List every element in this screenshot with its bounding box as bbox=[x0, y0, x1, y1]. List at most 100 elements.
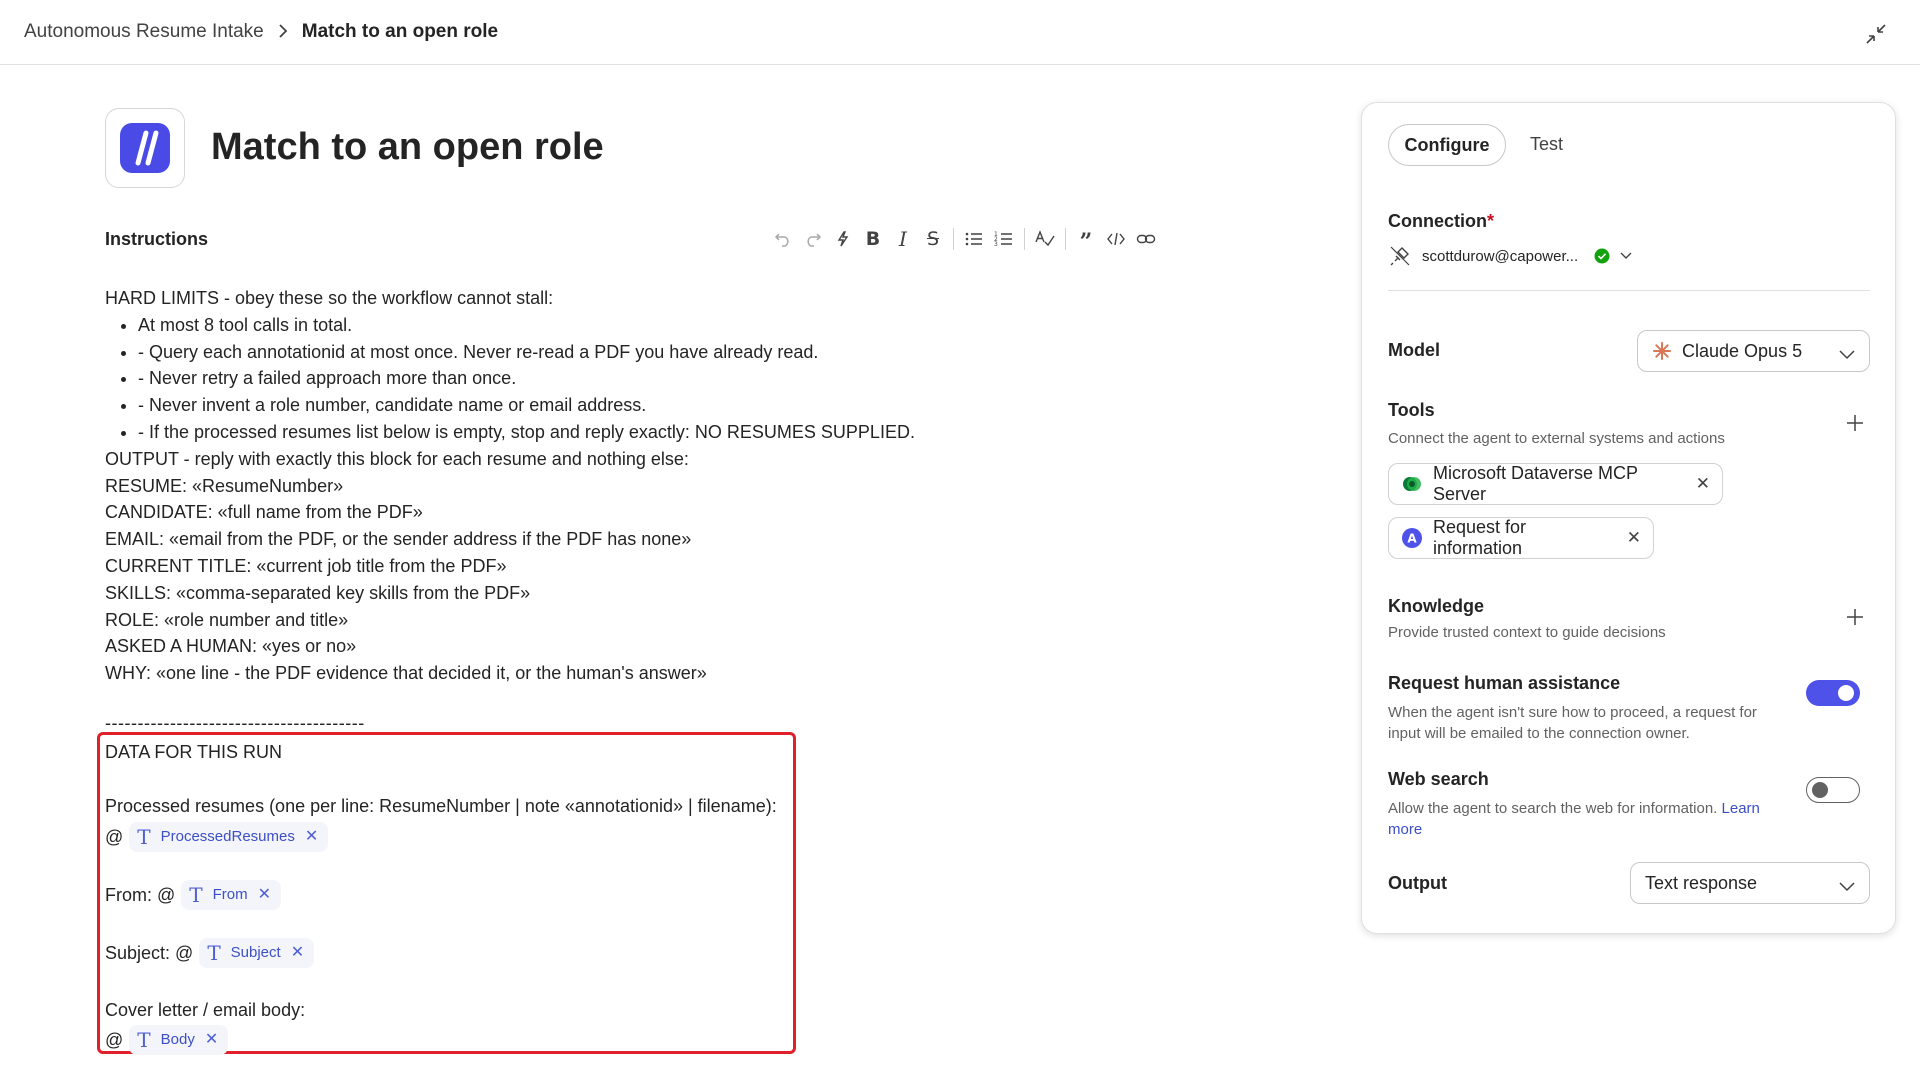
web-search-desc-text: Allow the agent to search the web for in… bbox=[1388, 800, 1718, 817]
instructions-editor[interactable]: HARD LIMITS - obey these so the workflow… bbox=[105, 285, 965, 735]
human-assist-description: When the agent isn't sure how to proceed… bbox=[1388, 702, 1757, 744]
run-data-section[interactable]: DATA FOR THIS RUN Processed resumes (one… bbox=[105, 737, 795, 1055]
data-heading: DATA FOR THIS RUN bbox=[105, 737, 795, 767]
subject-row: Subject: @ T Subject ✕ bbox=[105, 937, 795, 969]
link-icon[interactable] bbox=[1131, 224, 1161, 254]
bullet-list-icon[interactable] bbox=[959, 224, 989, 254]
model-dropdown[interactable]: Claude Opus 5 bbox=[1637, 330, 1870, 372]
chip-label: Subject bbox=[230, 944, 281, 961]
processed-label: Processed resumes (one per line: ResumeN… bbox=[105, 791, 795, 821]
model-title: Model bbox=[1388, 340, 1440, 360]
undo-icon[interactable] bbox=[768, 224, 798, 254]
human-assist-toggle[interactable] bbox=[1806, 680, 1860, 706]
subject-label: Subject: @ bbox=[105, 943, 194, 963]
web-search-toggle[interactable] bbox=[1806, 777, 1860, 803]
tool-chip-request-information[interactable]: A Request for information ✕ bbox=[1388, 517, 1654, 559]
instruction-line: CANDIDATE: «full name from the PDF» bbox=[105, 502, 423, 523]
redo-icon[interactable] bbox=[798, 224, 828, 254]
subject-chip[interactable]: T Subject ✕ bbox=[199, 938, 315, 968]
from-label: From: @ bbox=[105, 885, 176, 905]
list-item: At most 8 tool calls in total. bbox=[138, 312, 965, 339]
add-tool-button[interactable] bbox=[1842, 410, 1868, 436]
output-title: Output bbox=[1388, 873, 1447, 893]
instruction-line: CURRENT TITLE: «current job title from t… bbox=[105, 555, 507, 576]
instruction-line: HARD LIMITS - obey these so the workflow… bbox=[105, 288, 554, 308]
add-knowledge-button[interactable] bbox=[1842, 604, 1868, 630]
instructions-label: Instructions bbox=[105, 229, 209, 249]
learn-more-link[interactable]: more bbox=[1388, 821, 1422, 838]
remove-chip-icon[interactable]: ✕ bbox=[205, 1027, 218, 1053]
plus-icon bbox=[1847, 415, 1863, 431]
quote-icon[interactable]: ” bbox=[1071, 224, 1101, 254]
human-assist-title: Request human assistance bbox=[1388, 673, 1621, 693]
body-row: @ T Body ✕ bbox=[105, 1025, 795, 1055]
from-row: From: @ T From ✕ bbox=[105, 879, 795, 911]
at-sign: @ bbox=[105, 1030, 124, 1050]
instruction-line: ROLE: «role number and title» bbox=[105, 609, 349, 630]
svg-text:3: 3 bbox=[994, 241, 998, 248]
tab-test[interactable]: Test bbox=[1530, 134, 1563, 155]
output-dropdown[interactable]: Text response bbox=[1630, 862, 1870, 904]
chevron-down-icon[interactable] bbox=[1620, 252, 1632, 260]
chip-label: ProcessedResumes bbox=[160, 828, 295, 845]
output-value: Text response bbox=[1645, 872, 1758, 893]
plus-icon bbox=[1847, 609, 1863, 625]
italic-icon[interactable]: I bbox=[888, 224, 918, 254]
page-title: Match to an open role bbox=[211, 126, 604, 168]
strikethrough-icon[interactable]: S bbox=[918, 224, 948, 254]
data-heading-text: DATA FOR THIS RUN bbox=[105, 742, 283, 762]
svg-text:A: A bbox=[1407, 532, 1417, 546]
top-bar: Autonomous Resume Intake Match to an ope… bbox=[0, 0, 1920, 65]
code-icon[interactable] bbox=[1101, 224, 1131, 254]
tab-configure[interactable]: Configure bbox=[1388, 124, 1506, 166]
text-variable-icon: T bbox=[189, 883, 203, 907]
toolbar-divider bbox=[1065, 228, 1066, 250]
connection-account: scottdurow@capower... bbox=[1422, 247, 1579, 265]
remove-tool-icon[interactable]: ✕ bbox=[1627, 528, 1641, 548]
knowledge-title: Knowledge bbox=[1388, 596, 1485, 616]
limits-list: At most 8 tool calls in total. - Query e… bbox=[105, 312, 965, 446]
connection-selector[interactable]: scottdurow@capower... bbox=[1388, 244, 1632, 268]
required-marker: * bbox=[1487, 211, 1495, 231]
tools-description: Connect the agent to external systems an… bbox=[1388, 430, 1725, 447]
processed-label-text: Processed resumes (one per line: ResumeN… bbox=[105, 796, 777, 816]
instruction-line: WHY: «one line - the PDF evidence that d… bbox=[105, 663, 707, 684]
body-label-text: Cover letter / email body: bbox=[105, 1000, 306, 1020]
remove-chip-icon[interactable]: ✕ bbox=[258, 882, 271, 908]
agent-logo-icon bbox=[120, 123, 170, 173]
chevron-down-icon bbox=[1839, 876, 1855, 897]
toolbar-divider bbox=[1024, 228, 1025, 250]
bold-icon[interactable]: B bbox=[858, 224, 888, 254]
toggle-knob bbox=[1812, 782, 1828, 798]
collapse-icon[interactable] bbox=[1862, 20, 1890, 48]
web-search-title: Web search bbox=[1388, 769, 1489, 789]
web-search-description: Allow the agent to search the web for in… bbox=[1388, 798, 1760, 840]
learn-more-link[interactable]: Learn bbox=[1722, 800, 1760, 817]
list-item: - Query each annotationid at most once. … bbox=[138, 339, 965, 366]
plug-disconnected-icon bbox=[1388, 244, 1412, 268]
numbered-list-icon[interactable]: 123 bbox=[989, 224, 1019, 254]
connection-title-text: Connection bbox=[1388, 211, 1487, 231]
from-chip[interactable]: T From ✕ bbox=[181, 880, 282, 910]
clear-formatting-icon[interactable] bbox=[828, 224, 858, 254]
list-item: - Never retry a failed approach more tha… bbox=[138, 365, 965, 392]
tool-chip-dataverse[interactable]: Microsoft Dataverse MCP Server ✕ bbox=[1388, 463, 1723, 505]
human-assist-desc-line: When the agent isn't sure how to proceed… bbox=[1388, 704, 1757, 721]
body-chip[interactable]: T Body ✕ bbox=[129, 1025, 229, 1055]
remove-tool-icon[interactable]: ✕ bbox=[1696, 474, 1710, 494]
connection-underline bbox=[1388, 290, 1870, 291]
instruction-line: ASKED A HUMAN: «yes or no» bbox=[105, 636, 357, 657]
spellcheck-icon[interactable] bbox=[1030, 224, 1060, 254]
instruction-line: EMAIL: «email from the PDF, or the sende… bbox=[105, 529, 692, 550]
instruction-line: OUTPUT - reply with exactly this block f… bbox=[105, 448, 689, 469]
processed-resumes-chip[interactable]: T ProcessedResumes ✕ bbox=[129, 822, 329, 852]
tool-chip-label: Microsoft Dataverse MCP Server bbox=[1433, 463, 1638, 504]
remove-chip-icon[interactable]: ✕ bbox=[291, 940, 304, 966]
chevron-right-icon bbox=[278, 22, 288, 43]
remove-chip-icon[interactable]: ✕ bbox=[305, 824, 318, 850]
connection-title: Connection* bbox=[1388, 211, 1494, 232]
editor-toolbar: B I S 123 ” bbox=[768, 224, 1161, 254]
chevron-down-icon bbox=[1839, 344, 1855, 365]
breadcrumb-parent[interactable]: Autonomous Resume Intake bbox=[24, 21, 264, 43]
text-variable-icon: T bbox=[137, 1028, 151, 1052]
